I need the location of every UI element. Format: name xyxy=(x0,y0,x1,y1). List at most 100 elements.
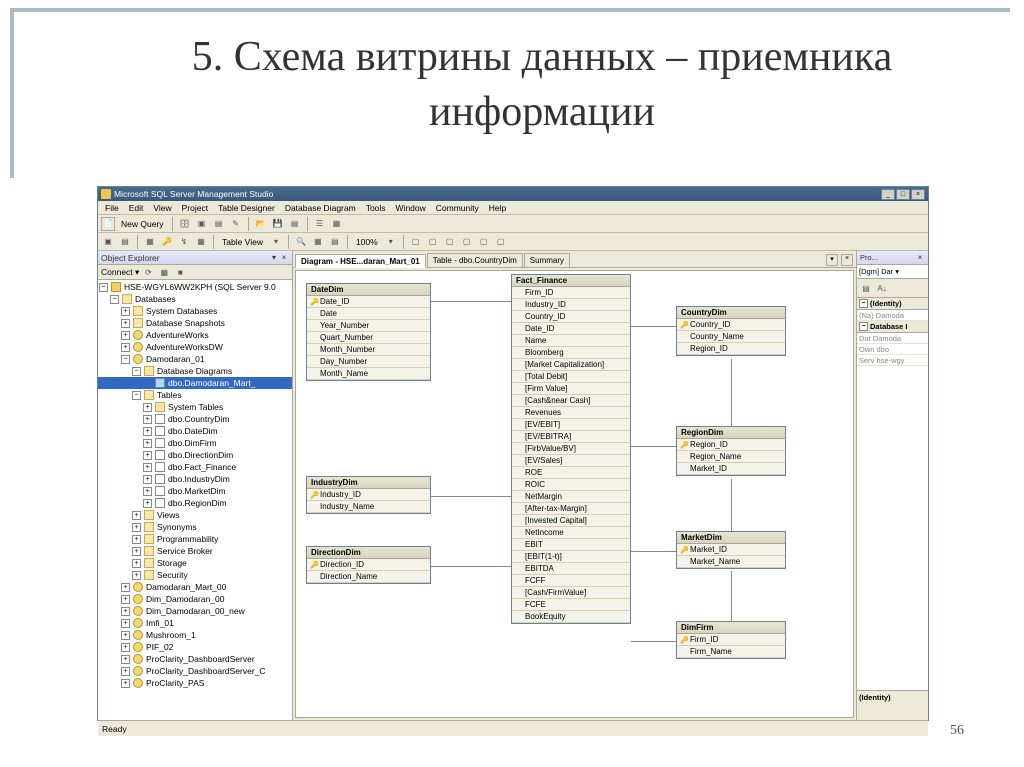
menu-database-diagram[interactable]: Database Diagram xyxy=(280,203,361,213)
prop-row[interactable]: Dat Damoda xyxy=(857,333,928,344)
table-column[interactable]: Market_Name xyxy=(677,556,785,568)
tb-open-icon[interactable]: 📂 xyxy=(254,217,268,231)
diagram-canvas[interactable]: DateDim🔑Date_IDDateYear_NumberQuart_Numb… xyxy=(295,270,854,718)
tree-mush[interactable]: +Mushroom_1 xyxy=(98,629,292,641)
menu-view[interactable]: View xyxy=(148,203,176,213)
close-button[interactable]: × xyxy=(911,189,925,200)
table-column[interactable]: Month_Name xyxy=(307,368,430,380)
diagram-table-regiondim[interactable]: RegionDim🔑Region_IDRegion_NameMarket_ID xyxy=(676,426,786,476)
prop-row[interactable]: (Na) Damoda xyxy=(857,310,928,321)
tb-saveall-icon[interactable]: ▤ xyxy=(288,217,302,231)
table-view-label[interactable]: Table View xyxy=(219,237,266,247)
diagram-table-fact_finance[interactable]: Fact_FinanceFirm_IDIndustry_IDCountry_ID… xyxy=(511,274,631,624)
tree-imfi[interactable]: +Imfi_01 xyxy=(98,617,292,629)
menu-help[interactable]: Help xyxy=(484,203,511,213)
tab-close-icon[interactable]: × xyxy=(841,254,853,266)
table-column[interactable]: Revenues xyxy=(512,407,630,419)
diagram-table-directiondim[interactable]: DirectionDim🔑Direction_IDDirection_Name xyxy=(306,546,431,584)
tree-views[interactable]: +Views xyxy=(98,509,292,521)
tb2-a3[interactable]: ▢ xyxy=(443,235,457,249)
table-column[interactable]: Firm_ID xyxy=(512,287,630,299)
prop-row[interactable]: Own dbo xyxy=(857,344,928,355)
table-column[interactable]: Market_ID xyxy=(677,463,785,475)
tree[interactable]: −HSE-WGYL6WW2KPH (SQL Server 9.0 −Databa… xyxy=(98,280,292,720)
table-header[interactable]: DirectionDim xyxy=(307,547,430,559)
tb2-a6[interactable]: ▢ xyxy=(494,235,508,249)
obj-exp-pin-icon[interactable]: ▾ xyxy=(269,253,279,263)
tree-dd[interactable]: −Database Diagrams xyxy=(98,365,292,377)
tree-pds[interactable]: +ProClarity_DashboardServer xyxy=(98,653,292,665)
menu-tools[interactable]: Tools xyxy=(361,203,391,213)
table-column[interactable]: 🔑Direction_ID xyxy=(307,559,430,571)
table-column[interactable]: EBITDA xyxy=(512,563,630,575)
tree-t5[interactable]: +dbo.Fact_Finance xyxy=(98,461,292,473)
tb2-a2[interactable]: ▢ xyxy=(426,235,440,249)
minimize-button[interactable]: _ xyxy=(881,189,895,200)
new-query-button[interactable]: 📄 xyxy=(101,217,115,231)
table-column[interactable]: BookEquity xyxy=(512,611,630,623)
table-column[interactable]: Direction_Name xyxy=(307,571,430,583)
tab-diagram[interactable]: Diagram - HSE...daran_Mart_01 xyxy=(295,254,426,268)
table-header[interactable]: MarketDim xyxy=(677,532,785,544)
tb2-icon2[interactable]: ▤ xyxy=(118,235,132,249)
tree-syn[interactable]: +Synonyms xyxy=(98,521,292,533)
tab-dropdown-icon[interactable]: ▾ xyxy=(826,254,838,266)
tree-t2[interactable]: +dbo.DateDim xyxy=(98,425,292,437)
table-column[interactable]: [Cash&near Cash] xyxy=(512,395,630,407)
tree-awdw[interactable]: +AdventureWorksDW xyxy=(98,341,292,353)
table-column[interactable]: Month_Number xyxy=(307,344,430,356)
menu-table-designer[interactable]: Table Designer xyxy=(213,203,280,213)
new-query-label[interactable]: New Query xyxy=(118,219,167,229)
table-column[interactable]: 🔑Firm_ID xyxy=(677,634,785,646)
diagram-table-dimfirm[interactable]: DimFirm🔑Firm_IDFirm_Name xyxy=(676,621,786,659)
table-column[interactable]: [Invested Capital] xyxy=(512,515,630,527)
table-column[interactable]: 🔑Market_ID xyxy=(677,544,785,556)
table-header[interactable]: DimFirm xyxy=(677,622,785,634)
tb2-rel-icon[interactable]: ↯ xyxy=(177,235,191,249)
table-column[interactable]: FCFE xyxy=(512,599,630,611)
tree-systables[interactable]: +System Tables xyxy=(98,401,292,413)
table-column[interactable]: [EV/EBITRA] xyxy=(512,431,630,443)
table-header[interactable]: RegionDim xyxy=(677,427,785,439)
table-column[interactable]: [After-tax-Margin] xyxy=(512,503,630,515)
tree-dm00[interactable]: +Damodaran_Mart_00 xyxy=(98,581,292,593)
tree-tables-node[interactable]: −Tables xyxy=(98,389,292,401)
tree-aw[interactable]: +AdventureWorks xyxy=(98,329,292,341)
maximize-button[interactable]: □ xyxy=(896,189,910,200)
tree-t3[interactable]: +dbo.DimFirm xyxy=(98,437,292,449)
tree-server[interactable]: −HSE-WGYL6WW2KPH (SQL Server 9.0 xyxy=(98,281,292,293)
tb2-key-icon[interactable]: 🔑 xyxy=(160,235,174,249)
tb2-icon1[interactable]: ▣ xyxy=(101,235,115,249)
table-column[interactable]: Region_Name xyxy=(677,451,785,463)
diagram-table-datedim[interactable]: DateDim🔑Date_IDDateYear_NumberQuart_Numb… xyxy=(306,283,431,381)
table-column[interactable]: [Market Capitalization] xyxy=(512,359,630,371)
table-header[interactable]: IndustryDim xyxy=(307,477,430,489)
tab-table[interactable]: Table - dbo.CountryDim xyxy=(427,253,523,267)
tb2-layout-icon[interactable]: ▦ xyxy=(311,235,325,249)
table-column[interactable]: Date_ID xyxy=(512,323,630,335)
menu-project[interactable]: Project xyxy=(177,203,213,213)
table-column[interactable]: [EV/EBIT] xyxy=(512,419,630,431)
table-column[interactable]: ROIC xyxy=(512,479,630,491)
props-close-icon[interactable]: × xyxy=(915,253,925,263)
tab-summary[interactable]: Summary xyxy=(524,253,570,267)
tb-db-icon[interactable]: 🗄 xyxy=(178,217,192,231)
table-column[interactable]: 🔑Industry_ID xyxy=(307,489,430,501)
prop-cat-db[interactable]: −Database I xyxy=(857,321,928,333)
prop-cat-identity[interactable]: −(Identity) xyxy=(857,298,928,310)
tree-t7[interactable]: +dbo.MarketDim xyxy=(98,485,292,497)
tree-prog[interactable]: +Programmability xyxy=(98,533,292,545)
diagram-table-marketdim[interactable]: MarketDim🔑Market_IDMarket_Name xyxy=(676,531,786,569)
tree-damo[interactable]: −Damodaran_01 xyxy=(98,353,292,365)
tree-databases[interactable]: −Databases xyxy=(98,293,292,305)
connect-stop-icon[interactable]: ■ xyxy=(173,265,187,279)
tree-dd00[interactable]: +Dim_Damodaran_00 xyxy=(98,593,292,605)
props-cat-icon[interactable]: ▤ xyxy=(859,281,873,295)
table-column[interactable]: Country_ID xyxy=(512,311,630,323)
tb2-zoom-icon[interactable]: 🔍 xyxy=(294,235,308,249)
zoom-dropdown-icon[interactable]: ▾ xyxy=(384,235,398,249)
table-column[interactable]: Day_Number xyxy=(307,356,430,368)
table-column[interactable]: Industry_ID xyxy=(512,299,630,311)
tree-security[interactable]: +Security xyxy=(98,569,292,581)
table-column[interactable]: 🔑Date_ID xyxy=(307,296,430,308)
